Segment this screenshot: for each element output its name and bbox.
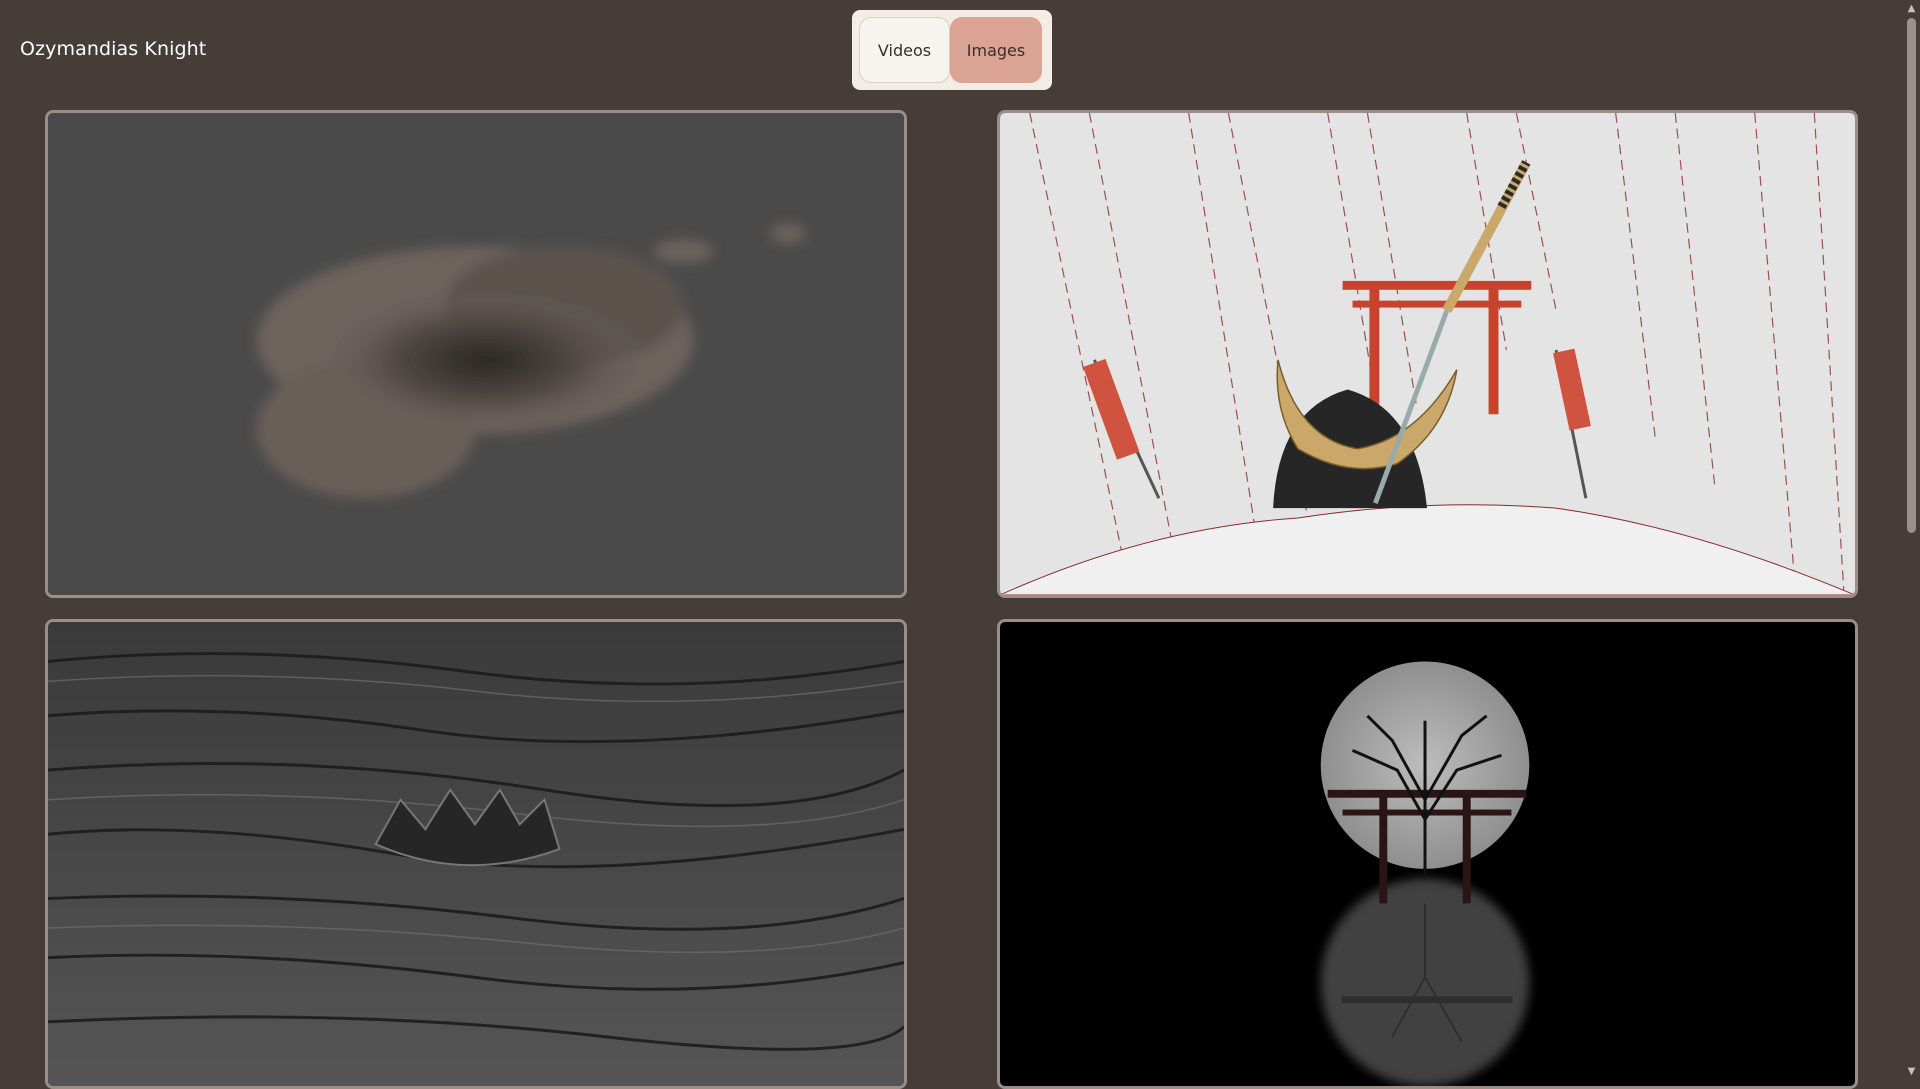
moon-image xyxy=(1000,622,1855,1086)
terrain-image xyxy=(48,622,904,1086)
gallery-item-moon[interactable] xyxy=(997,619,1858,1089)
images-tab[interactable]: Images xyxy=(950,17,1042,83)
vertical-scrollbar[interactable]: ▲ ▼ xyxy=(1903,0,1920,1080)
scroll-thumb[interactable] xyxy=(1907,18,1916,533)
gallery-item-terrain[interactable] xyxy=(45,619,907,1089)
gallery-item-cloud[interactable] xyxy=(45,110,907,598)
scroll-down-arrow-icon[interactable]: ▼ xyxy=(1903,1063,1920,1080)
site-title: Ozymandias Knight xyxy=(20,38,207,60)
media-tab-group: Videos Images xyxy=(852,10,1052,90)
gallery-item-samurai[interactable] xyxy=(997,110,1858,598)
cloud-image xyxy=(48,113,904,595)
scroll-up-arrow-icon[interactable]: ▲ xyxy=(1903,0,1920,17)
videos-tab[interactable]: Videos xyxy=(859,17,950,83)
samurai-image xyxy=(1000,113,1855,595)
